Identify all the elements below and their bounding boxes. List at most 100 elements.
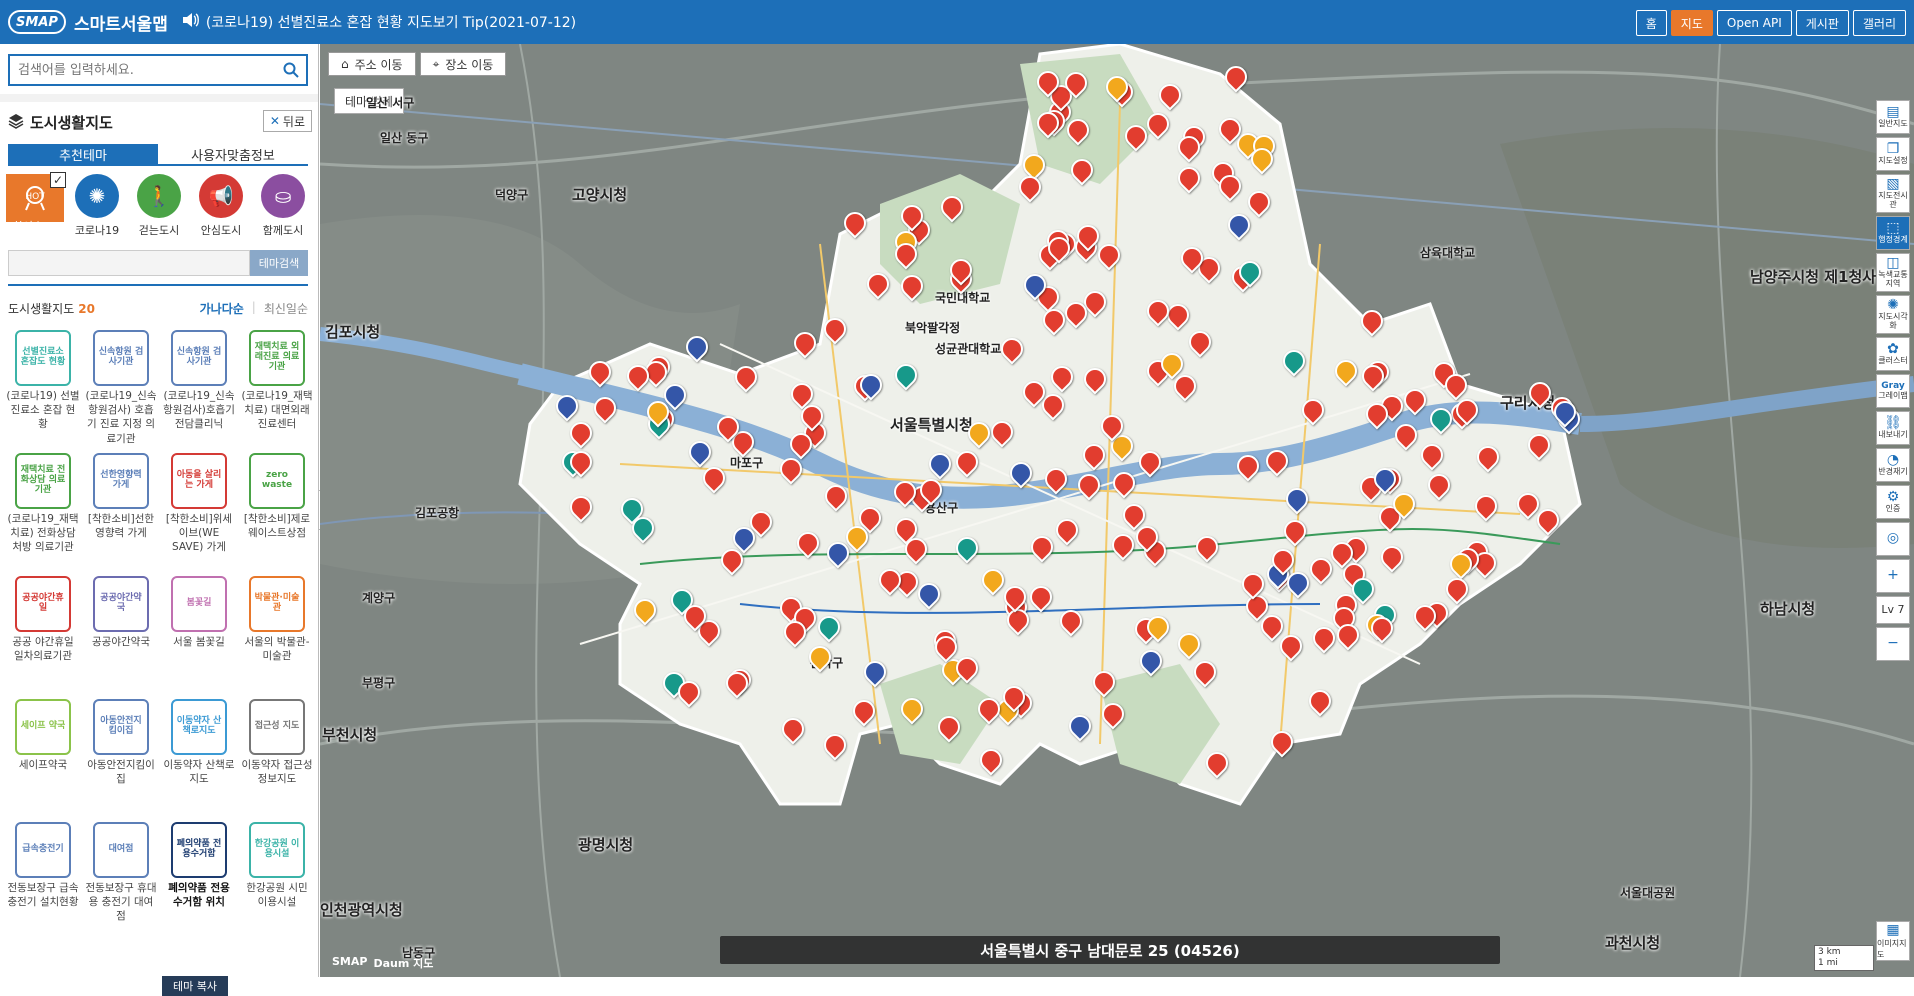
map-marker[interactable] xyxy=(1237,568,1269,601)
control-map-layer[interactable]: ▤ 일반지도 xyxy=(1876,100,1910,134)
map-marker[interactable] xyxy=(589,392,621,425)
map-marker[interactable] xyxy=(1357,360,1389,393)
map-marker[interactable] xyxy=(1366,612,1398,645)
map-marker[interactable] xyxy=(1549,396,1581,429)
theme-safety[interactable]: 📢 안심도시 xyxy=(192,174,250,238)
back-button[interactable]: ✕ 뒤로 xyxy=(262,110,312,132)
map-marker[interactable] xyxy=(1038,304,1070,337)
map-marker[interactable] xyxy=(1441,573,1473,606)
tab-custom[interactable]: 사용자맞춤정보 xyxy=(158,144,308,164)
map-marker[interactable] xyxy=(679,600,711,633)
control-visualize[interactable]: ✺ 지도시각화 xyxy=(1876,294,1910,334)
map-marker[interactable] xyxy=(1073,469,1105,502)
theme-card[interactable]: 공공야간약국 공공야간약국 xyxy=(84,576,158,693)
map-marker[interactable] xyxy=(1079,363,1111,396)
theme-hot-issue[interactable]: HOT 핫이슈20 ✓ xyxy=(6,172,66,238)
map-marker[interactable] xyxy=(1376,541,1408,574)
theme-covid[interactable]: ✺ 코로나19 xyxy=(68,174,126,238)
map-marker[interactable] xyxy=(1173,131,1205,164)
map-marker[interactable] xyxy=(889,476,921,509)
copy-theme-tooltip[interactable]: 테마 복사 xyxy=(162,976,228,996)
map-marker[interactable] xyxy=(1189,656,1221,689)
tab-recommended[interactable]: 추천테마 xyxy=(8,144,158,164)
map-marker[interactable] xyxy=(804,641,836,674)
sort-alphabetical[interactable]: 가나다순 xyxy=(200,300,244,317)
image-map-button[interactable]: ▦ 이미지지도 xyxy=(1876,921,1910,961)
theme-search-input[interactable] xyxy=(8,250,250,276)
map-marker[interactable] xyxy=(1524,377,1556,410)
control-link[interactable]: ⛓ 내보내기 xyxy=(1876,410,1910,445)
map-marker[interactable] xyxy=(933,711,965,744)
map-marker[interactable] xyxy=(1135,645,1167,678)
theme-card[interactable]: 아동안전지킴이집 아동안전지킴이집 xyxy=(84,699,158,816)
map-marker[interactable] xyxy=(890,359,922,392)
theme-walking[interactable]: 🚶 걷는도시 xyxy=(130,174,188,238)
map-marker[interactable] xyxy=(924,448,956,481)
map-marker[interactable] xyxy=(813,611,845,644)
map-marker[interactable] xyxy=(698,462,730,495)
map-marker[interactable] xyxy=(1142,611,1174,644)
map-marker[interactable] xyxy=(1279,515,1311,548)
map-marker[interactable] xyxy=(1308,622,1340,655)
theme-card[interactable]: 신속항원 검사기관 (코로나19_신속항원검사)호흡기전담클리닉 xyxy=(162,330,236,447)
map-marker[interactable] xyxy=(584,356,616,389)
map-marker[interactable] xyxy=(1512,488,1544,521)
theme-card[interactable]: 대여점 전동보장구 휴대용 충전기 대여점 xyxy=(84,822,158,939)
map-marker[interactable] xyxy=(1361,398,1393,431)
map-marker[interactable] xyxy=(1032,107,1064,140)
map-marker[interactable] xyxy=(1062,114,1094,147)
map-marker[interactable] xyxy=(796,400,828,433)
map-marker[interactable] xyxy=(1046,361,1078,394)
map-marker[interactable] xyxy=(728,522,760,555)
map-marker[interactable] xyxy=(896,693,928,726)
map-marker[interactable] xyxy=(975,744,1007,777)
map-marker[interactable] xyxy=(1176,242,1208,275)
map-marker[interactable] xyxy=(1214,170,1246,203)
map-marker[interactable] xyxy=(1037,389,1069,422)
map-marker[interactable] xyxy=(999,581,1031,614)
map-marker[interactable] xyxy=(1055,605,1087,638)
theme-card[interactable]: 봄꽃길 서울 봄꽃길 xyxy=(162,576,236,693)
map-marker[interactable] xyxy=(819,313,851,346)
map-marker[interactable] xyxy=(1154,79,1186,112)
theme-search-button[interactable]: 테마검색 xyxy=(250,250,308,276)
map-marker[interactable] xyxy=(859,656,891,689)
theme-card[interactable]: zero waste [착한소비]제로웨이스트상점 xyxy=(240,453,314,570)
map-marker[interactable] xyxy=(1214,113,1246,146)
map-marker[interactable] xyxy=(1107,529,1139,562)
control-radius[interactable]: ◔ 반경재기 xyxy=(1876,447,1910,482)
theme-card[interactable]: 이동약자 산책로지도 이동약자 산책로 지도 xyxy=(162,699,236,816)
map-marker[interactable] xyxy=(1416,439,1448,472)
my-location-button[interactable]: ◎ xyxy=(1876,521,1910,556)
map-marker[interactable] xyxy=(874,564,906,597)
theme-together[interactable]: ⛀ 함께도시 xyxy=(254,174,312,238)
map-marker[interactable] xyxy=(1097,698,1129,731)
map-marker[interactable] xyxy=(915,474,947,507)
map-marker[interactable] xyxy=(1281,483,1313,516)
map-marker[interactable] xyxy=(1330,355,1362,388)
theme-card[interactable]: 선별진료소 혼잡도 현황 (코로나19) 선별진료소 혼잡 현황 xyxy=(6,330,80,447)
map-marker[interactable] xyxy=(1064,710,1096,743)
notice-banner[interactable]: (코로나19) 선별진료소 혼잡 현황 지도보기 Tip(2021-07-12) xyxy=(182,12,576,32)
map-marker[interactable] xyxy=(951,446,983,479)
map-marker[interactable] xyxy=(789,327,821,360)
map-marker[interactable] xyxy=(1305,553,1337,586)
map-marker[interactable] xyxy=(1101,71,1133,104)
map-marker[interactable] xyxy=(1093,239,1125,272)
map-marker[interactable] xyxy=(1532,504,1564,537)
control-cluster[interactable]: ✿ 클러스터 xyxy=(1876,336,1910,371)
map-marker[interactable] xyxy=(862,268,894,301)
map-marker[interactable] xyxy=(565,491,597,524)
map-marker[interactable] xyxy=(551,390,583,423)
map-marker[interactable] xyxy=(945,254,977,287)
map-marker[interactable] xyxy=(1173,162,1205,195)
map-marker[interactable] xyxy=(792,527,824,560)
map-marker[interactable] xyxy=(627,512,659,545)
map-marker[interactable] xyxy=(1220,61,1252,94)
map-marker[interactable] xyxy=(1051,514,1083,547)
map-marker[interactable] xyxy=(785,428,817,461)
map-marker[interactable] xyxy=(1169,370,1201,403)
map-marker[interactable] xyxy=(890,238,922,271)
map-marker[interactable] xyxy=(848,695,880,728)
map-marker[interactable] xyxy=(1388,488,1420,521)
